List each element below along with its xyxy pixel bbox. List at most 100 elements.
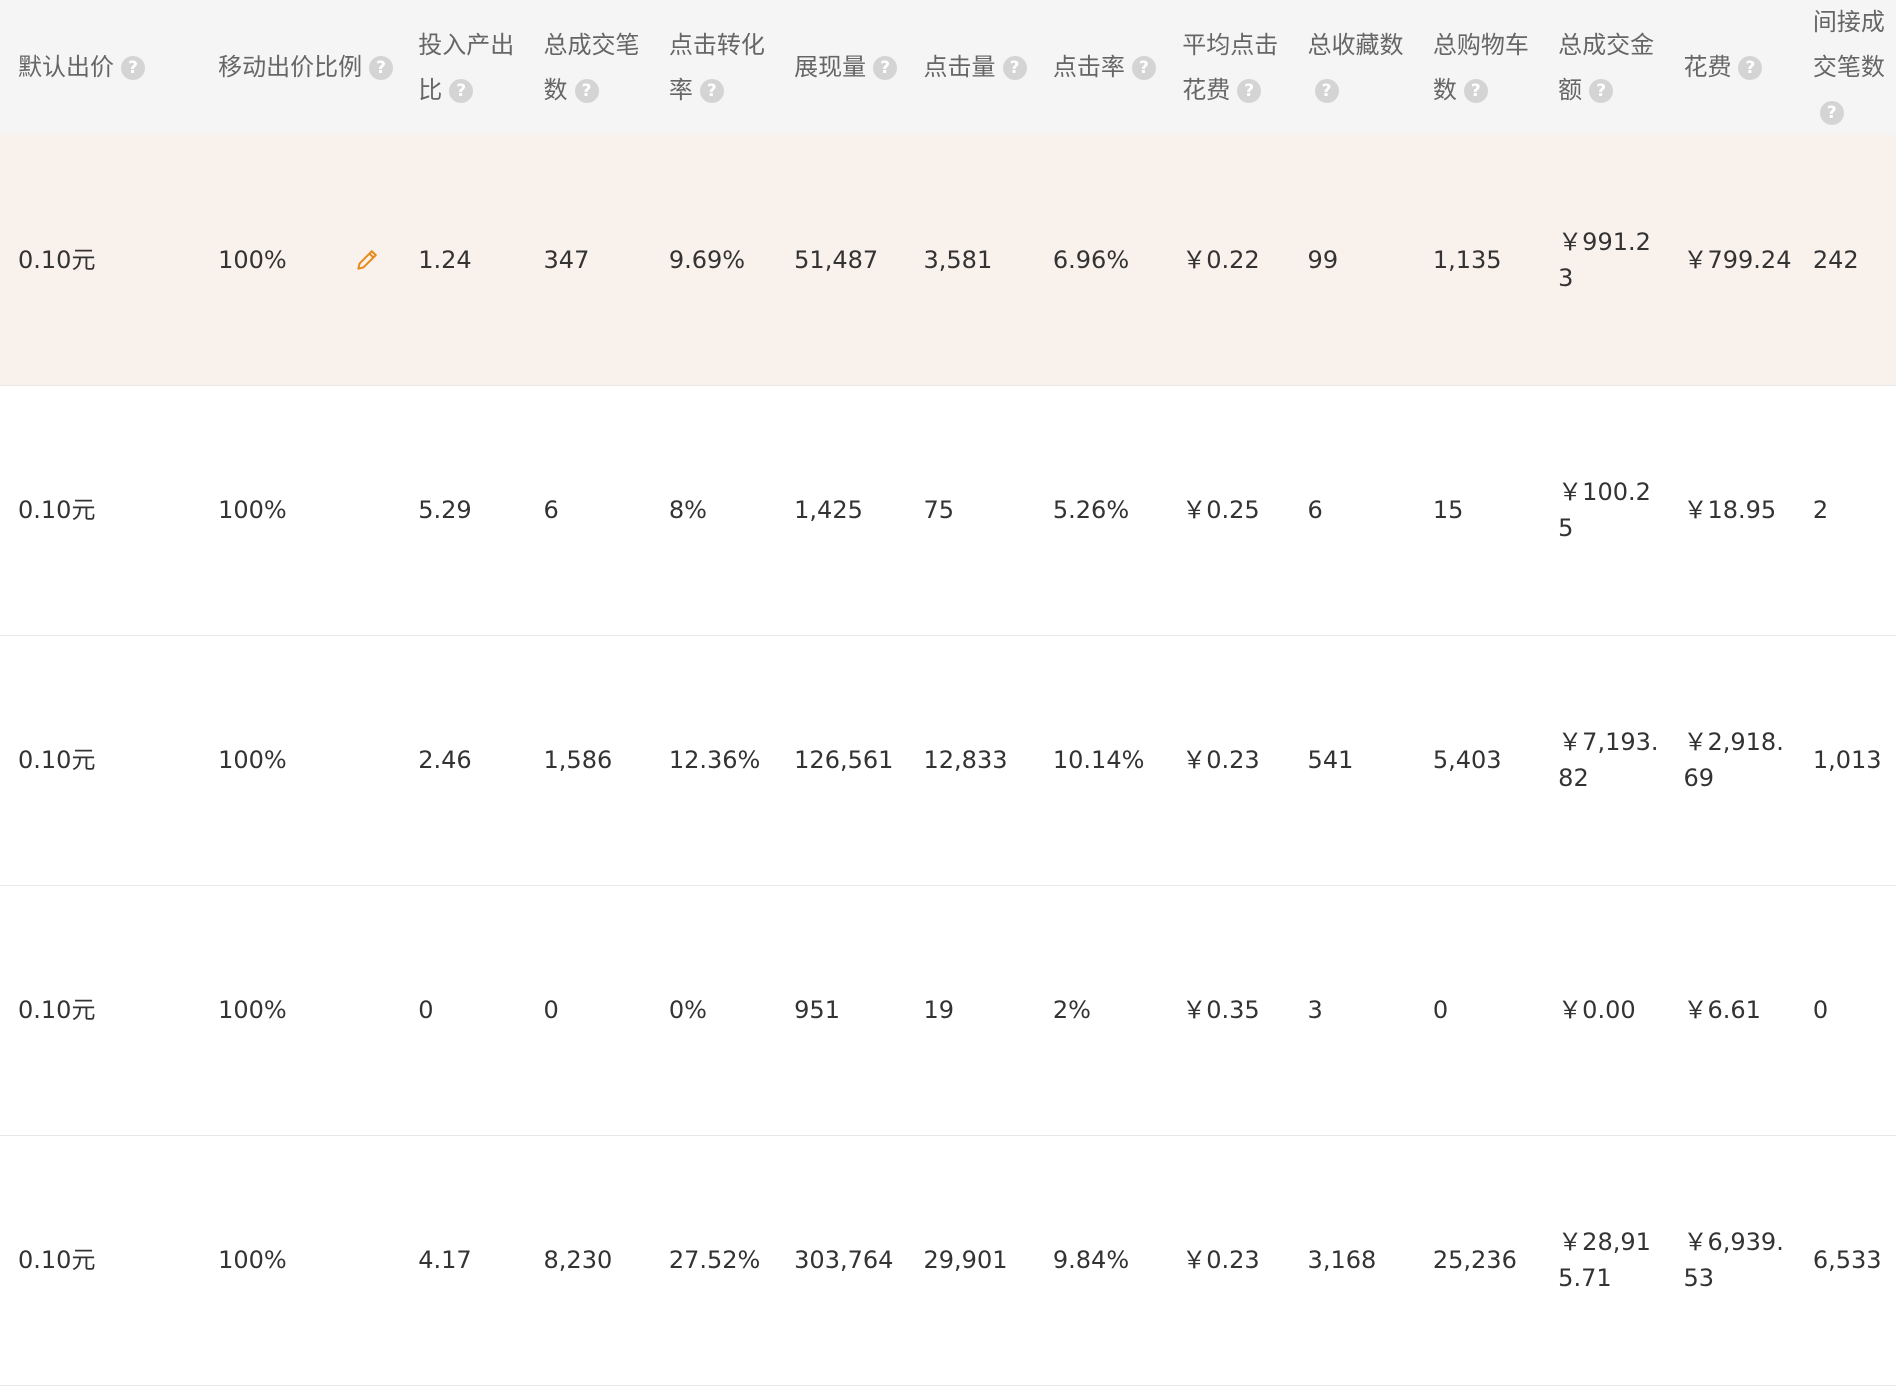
table-cell: ￥7,193.82: [1540, 635, 1665, 885]
cell-content: 8%: [669, 492, 776, 528]
cell-value: 12.36%: [668, 746, 761, 774]
table-cell: 27.52%: [651, 1135, 776, 1385]
table-cell: ￥0.23: [1164, 635, 1289, 885]
cell-content: 1.24: [418, 242, 525, 278]
question-circle-icon[interactable]: ?: [1131, 56, 1156, 80]
table-cell: 8%: [651, 385, 776, 635]
cell-content: ￥6,939.53: [1683, 1224, 1794, 1296]
question-circle-icon[interactable]: ?: [1002, 56, 1027, 80]
cell-content: 0: [1813, 992, 1896, 1028]
cell-content: 6: [544, 492, 651, 528]
question-circle-icon[interactable]: ?: [1738, 56, 1763, 80]
cell-content: 12.36%: [669, 742, 776, 778]
column-header-label: 移动出价比例: [218, 53, 363, 81]
column-header[interactable]: 花费?: [1665, 0, 1794, 135]
cell-content: ￥28,915.71: [1558, 1224, 1665, 1296]
cell-value: 5.26%: [1052, 496, 1130, 524]
table-cell: ￥28,915.71: [1540, 1135, 1665, 1385]
cell-value: 0: [543, 996, 559, 1024]
column-header[interactable]: 平均点击花费?: [1164, 0, 1289, 135]
table-row: 0.10元 100% 4.17 8,230 27.52% 303,764 29,901 9.8…: [0, 1135, 1896, 1385]
table-cell: 100%: [200, 385, 400, 635]
cell-value: 3: [1307, 996, 1323, 1024]
question-circle-icon[interactable]: ?: [1589, 78, 1614, 103]
cell-value: 100%: [218, 245, 287, 274]
cell-value: 0.10元: [18, 245, 96, 274]
column-header[interactable]: 总成交金额?: [1540, 0, 1665, 135]
question-circle-icon[interactable]: ?: [873, 56, 898, 80]
column-header[interactable]: 总收藏数?: [1290, 0, 1415, 135]
cell-value: ￥0.25: [1182, 496, 1260, 524]
cell-value: 242: [1812, 245, 1859, 274]
question-circle-icon[interactable]: ?: [574, 78, 599, 103]
cell-content: 9.69%: [669, 242, 776, 278]
cell-content: 25,236: [1433, 1242, 1540, 1278]
cell-content: 4.17: [418, 1242, 525, 1278]
column-header[interactable]: 点击率?: [1035, 0, 1164, 135]
pencil-icon[interactable]: [354, 247, 380, 273]
cell-value: 0%: [668, 996, 707, 1024]
column-header-label: 展现量: [794, 53, 867, 81]
table-cell: ￥6.61: [1665, 885, 1794, 1135]
column-header[interactable]: 点击转化率?: [651, 0, 776, 135]
cell-content: 6.96%: [1053, 242, 1164, 278]
column-header[interactable]: 间接成交笔数?: [1795, 0, 1896, 135]
table-cell: 1,425: [776, 385, 905, 635]
question-circle-icon[interactable]: ?: [1237, 78, 1262, 103]
cell-content: ￥100.25: [1558, 474, 1665, 546]
question-circle-icon[interactable]: ?: [1314, 78, 1339, 103]
cell-content: ￥0.22: [1182, 242, 1289, 278]
cell-content: 0.10元: [18, 992, 200, 1028]
column-header[interactable]: 总购物车数?: [1415, 0, 1540, 135]
cell-content: 12,833: [924, 742, 1035, 778]
cell-content: 0.10元: [18, 1242, 200, 1278]
column-header-label: 间接成交笔数: [1812, 8, 1885, 81]
table-row: 0.10元 100% 5.29 6 8% 1,425 75 5.26% ￥0.25 6 15 ￥100…: [0, 385, 1896, 635]
column-header[interactable]: 默认出价?: [0, 0, 200, 135]
column-header[interactable]: 展现量?: [776, 0, 905, 135]
cell-value: ￥2,918.69: [1683, 728, 1784, 792]
table-cell: 2%: [1035, 885, 1164, 1135]
column-header[interactable]: 移动出价比例?: [200, 0, 400, 135]
cell-content: 0: [1433, 992, 1540, 1028]
cell-content: ￥799.24: [1683, 242, 1794, 278]
cell-content: 242: [1813, 242, 1896, 278]
table-cell: 3: [1290, 885, 1415, 1135]
table-cell: 0%: [651, 885, 776, 1135]
question-circle-icon[interactable]: ?: [1463, 78, 1488, 103]
cell-content: 99: [1308, 242, 1415, 278]
column-header[interactable]: 点击量?: [906, 0, 1035, 135]
table-cell: 5,403: [1415, 635, 1540, 885]
cell-value: ￥991.23: [1558, 227, 1651, 292]
cell-value: 2%: [1052, 996, 1091, 1024]
cell-content: 951: [794, 992, 905, 1028]
column-header[interactable]: 总成交笔数?: [526, 0, 651, 135]
cell-content: ￥2,918.69: [1683, 724, 1794, 796]
table-cell: 2: [1795, 385, 1896, 635]
column-header[interactable]: 投入产出比?: [400, 0, 525, 135]
cell-value: 100%: [218, 996, 287, 1024]
table-cell: 0.10元: [0, 1135, 200, 1385]
table-header: 默认出价? 移动出价比例? 投入产出比? 总成交笔数? 点击转化率? 展现量? 点击量? 点击…: [0, 0, 1896, 135]
question-circle-icon[interactable]: ?: [449, 78, 474, 103]
table-cell: 8,230: [526, 1135, 651, 1385]
cell-content: 347: [544, 242, 651, 278]
cell-value: 100%: [218, 746, 287, 774]
cell-content: 0.10元: [18, 492, 200, 528]
question-circle-icon[interactable]: ?: [1819, 101, 1844, 125]
table-cell: 0: [1415, 885, 1540, 1135]
report-table: 默认出价? 移动出价比例? 投入产出比? 总成交笔数? 点击转化率? 展现量? 点击量? 点击…: [0, 0, 1896, 1386]
question-circle-icon[interactable]: ?: [121, 56, 145, 80]
table-cell: 99: [1290, 135, 1415, 385]
cell-content: ￥18.95: [1683, 492, 1794, 528]
question-circle-icon[interactable]: ?: [699, 78, 724, 103]
cell-value: 2: [1812, 496, 1829, 524]
cell-content: ￥7,193.82: [1558, 724, 1665, 796]
cell-value: ￥18.95: [1683, 496, 1777, 524]
cell-value: 100%: [218, 496, 287, 524]
table-cell: 126,561: [776, 635, 905, 885]
table-cell: 10.14%: [1035, 635, 1164, 885]
table-cell: 100%: [200, 1135, 400, 1385]
cell-content: ￥0.23: [1182, 1242, 1289, 1278]
question-circle-icon[interactable]: ?: [369, 56, 394, 80]
